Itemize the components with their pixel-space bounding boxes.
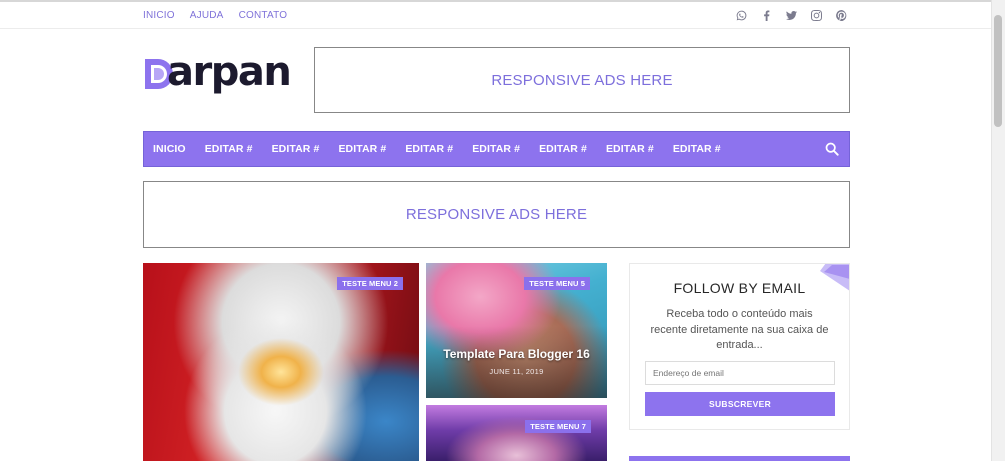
- social-links: [735, 9, 847, 21]
- widget-title: FOLLOW BY EMAIL: [673, 280, 806, 296]
- top-link-contato[interactable]: CONTATO: [239, 10, 288, 21]
- nav-item-editar[interactable]: EDITAR #: [606, 143, 654, 155]
- email-field[interactable]: [645, 361, 835, 385]
- nav-item-editar[interactable]: EDITAR #: [472, 143, 520, 155]
- post-title[interactable]: Template Para Blogger 16: [426, 347, 607, 361]
- follow-by-email-widget: FOLLOW BY EMAIL Receba todo o conteúdo m…: [629, 263, 850, 430]
- ad-label: RESPONSIVE ADS HERE: [491, 71, 673, 89]
- top-links: INICIO AJUDA CONTATO: [143, 10, 287, 21]
- nav-item-editar[interactable]: EDITAR #: [205, 143, 253, 155]
- post-category-tag[interactable]: TESTE MENU 7: [525, 420, 591, 433]
- widget-description: Receba todo o conteúdo mais recente dire…: [650, 308, 829, 351]
- scrollbar-thumb[interactable]: [994, 15, 1002, 127]
- logo-text: arpan: [167, 49, 292, 95]
- nav-item-editar[interactable]: EDITAR #: [405, 143, 453, 155]
- page-scrollbar[interactable]: [991, 0, 1005, 461]
- ad-banner-top[interactable]: RESPONSIVE ADS HERE: [314, 47, 850, 113]
- ad-label: RESPONSIVE ADS HERE: [405, 206, 588, 223]
- twitter-icon[interactable]: [785, 9, 797, 21]
- featured-post-large[interactable]: TESTE MENU 2: [143, 263, 419, 461]
- top-link-ajuda[interactable]: AJUDA: [190, 10, 224, 21]
- search-icon[interactable]: [825, 142, 839, 156]
- ad-banner-middle[interactable]: RESPONSIVE ADS HERE: [143, 181, 850, 248]
- nav-item-editar[interactable]: EDITAR #: [338, 143, 386, 155]
- top-bar: INICIO AJUDA CONTATO: [0, 0, 992, 29]
- instagram-icon[interactable]: [810, 9, 822, 21]
- main-nav: INICIO EDITAR # EDITAR # EDITAR # EDITAR…: [143, 131, 850, 167]
- nav-item-inicio[interactable]: INICIO: [153, 143, 186, 155]
- subscribe-button[interactable]: SUBSCREVER: [645, 392, 835, 416]
- pinterest-icon[interactable]: [835, 9, 847, 21]
- nav-item-editar[interactable]: EDITAR #: [673, 143, 721, 155]
- nav-item-editar[interactable]: EDITAR #: [272, 143, 320, 155]
- nav-item-editar[interactable]: EDITAR #: [539, 143, 587, 155]
- whatsapp-icon[interactable]: [735, 9, 747, 21]
- post-category-tag[interactable]: TESTE MENU 2: [337, 277, 403, 290]
- featured-post-pool[interactable]: TESTE MENU 5 Template Para Blogger 16 JU…: [426, 263, 607, 398]
- facebook-icon[interactable]: [760, 9, 772, 21]
- next-widget-header: [629, 456, 850, 461]
- top-link-inicio[interactable]: INICIO: [143, 10, 175, 21]
- featured-post-party[interactable]: TESTE MENU 7: [426, 405, 607, 461]
- site-logo[interactable]: arpan: [143, 49, 303, 95]
- post-category-tag[interactable]: TESTE MENU 5: [524, 277, 590, 290]
- image-shade: [426, 326, 607, 398]
- post-date: JUNE 11, 2019: [489, 367, 544, 376]
